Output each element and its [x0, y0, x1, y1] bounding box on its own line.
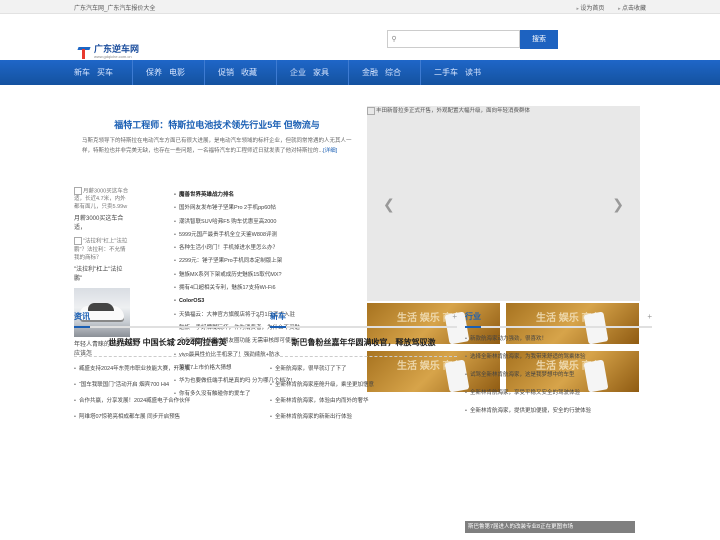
list-item[interactable]: 试驾全新林肯航海家，这是我梦想中的车型: [465, 366, 652, 384]
more-icon[interactable]: +: [452, 312, 457, 321]
list-item[interactable]: 全新林肯航海家，提供更加便捷，安全的行驶体验: [465, 402, 652, 420]
search-box: ⚲: [387, 30, 520, 48]
list-item[interactable]: 合作共赢，分享发展！2024臧盛电子合作伙伴: [74, 393, 261, 409]
list-item[interactable]: 各种生活小窍门！手机掉进水里怎么办？: [174, 242, 362, 255]
thumb-item[interactable]: "法拉利"杠上"法拉鹏"？法拉利：不允情我的商标？ "法拉利"杠上"法拉鹏": [74, 237, 130, 282]
more-icon[interactable]: +: [256, 312, 261, 321]
logo-name: 广东逆车网: [94, 44, 140, 54]
featured-desc-text: 马斯克领导下的特斯拉在电动汽车方面已有很大进展，是电动汽车领域的标杆企业，但就同…: [82, 138, 352, 154]
nav-group-news: 资讯 新车 买车: [74, 60, 133, 176]
nav-item[interactable]: 促销: [218, 67, 234, 78]
logo-icon: [76, 45, 92, 59]
thumb-caption[interactable]: "法拉利"杠上"法拉鹏": [74, 264, 130, 282]
list-item[interactable]: 全新林肯航海家座舱升级，乘坐更加惬意: [270, 377, 457, 393]
column-title[interactable]: 新车: [270, 311, 286, 328]
list-item[interactable]: 全新林肯航海家，体验由内而外的奢华: [270, 393, 457, 409]
slider-caption[interactable]: 丰田新普拉多正式开售，外观配置大幅升级，面向年轻消费群体: [367, 106, 530, 115]
nav-group-business: 商讯 金融 综合: [74, 60, 421, 176]
logo-url: www.gdqiche.com.cn: [94, 54, 132, 59]
search-input[interactable]: [400, 32, 518, 46]
bottom-image-caption[interactable]: 斯巴鲁第7届进人的改装专业8正在更图市场: [465, 521, 635, 533]
list-item[interactable]: 臧盛支持2024年东莞市职业技能大赛，开发表: [74, 361, 261, 377]
list-item[interactable]: 拥有4口超相关专利，魅族17支持Wi-Fi6: [174, 282, 362, 295]
site-title: 广东汽车网_广东汽车报价大全: [74, 5, 156, 12]
list-item[interactable]: “国车我联国门”活动开启 烟宾700 Hi4: [74, 377, 261, 393]
nav-item[interactable]: 电影: [169, 67, 185, 78]
nav-item[interactable]: 企业: [290, 67, 306, 78]
list-item[interactable]: 魔善世界英雄战力排名: [174, 189, 362, 202]
add-favorite-link[interactable]: 点击收藏: [618, 6, 646, 12]
nav-group-guide: 导购 促销 收藏: [74, 60, 277, 176]
list-item[interactable]: 2299元：锤子坚果Pro手机同本定制版上架: [174, 255, 362, 268]
column-title[interactable]: 行业: [465, 311, 481, 328]
list-item[interactable]: 潮洪智联SUV哈弗F5 购车优惠至高2000: [174, 216, 362, 229]
nav-group-price: 报价 二手车 读书: [74, 60, 500, 176]
list-item[interactable]: ColorOS3: [174, 295, 362, 308]
slider-prev-icon[interactable]: ❮: [383, 196, 395, 213]
search-icon: ⚲: [391, 36, 397, 43]
top-bar: 广东汽车网_广东汽车报价大全 设为首页 点击收藏: [0, 0, 720, 14]
nav-item[interactable]: 综合: [385, 67, 401, 78]
nav-group-consume: 消费 企业 家具: [74, 60, 349, 176]
slider-next-icon[interactable]: ❯: [612, 196, 624, 213]
nav-item[interactable]: 家具: [313, 67, 329, 78]
list-item[interactable]: 魅族MX系列下架或成历史魅族15取代MX?: [174, 269, 362, 282]
column-industry: 行业 + 新款航海家动力强劲，很喜欢！ 选择全新林肯航海家，为我带来舒适的驾乘体验…: [465, 311, 652, 420]
site-logo[interactable]: 广东逆车网 www.gdqiche.com.cn: [76, 44, 139, 59]
thumb-item[interactable]: 月薪3000买这车合适，长近4.7米，内外都有面儿，只卖5.99w 月薪3000…: [74, 187, 130, 231]
featured-desc: 马斯克领导下的特斯拉在电动汽车方面已有很大进展，是电动汽车领域的标杆企业，但就同…: [82, 136, 352, 156]
list-item[interactable]: 全新航海家，很早就订了下了: [270, 361, 457, 377]
set-homepage-link[interactable]: 设为首页: [576, 6, 604, 12]
image-slider[interactable]: 丰田新普拉多正式开售，外观配置大幅升级，面向年轻消费群体 ❮ ❯: [367, 106, 640, 301]
list-item[interactable]: 新款航海家动力强劲，很喜欢！: [465, 330, 652, 348]
column-title[interactable]: 资讯: [74, 311, 90, 328]
nav-item[interactable]: 二手车: [434, 67, 458, 78]
list-item[interactable]: 选择全新林肯航海家，为我带来舒适的驾乘体验: [465, 348, 652, 366]
column-newcar: 新车 + 斯巴鲁粉丝嘉年华圆满收官，释放驾驭激 全新航海家，很早就订了下了 全新林…: [270, 311, 457, 425]
thumb-image-alt: 月薪3000买这车合适，长近4.7米，内外都有面儿，只卖5.99w: [74, 188, 129, 211]
featured-article: 福特工程师：特斯拉电池技术领先行业5年 但物流与 马斯克领导下的特斯拉在电动汽车…: [74, 106, 360, 176]
nav-item[interactable]: 买车: [97, 67, 113, 78]
nav-item[interactable]: 新车: [74, 67, 90, 78]
thumb-caption[interactable]: 月薪3000买这车合适，: [74, 213, 130, 231]
nav-item[interactable]: 金融: [362, 67, 378, 78]
more-icon[interactable]: +: [647, 312, 652, 321]
nav-item[interactable]: 收藏: [241, 67, 257, 78]
list-item[interactable]: 全新林肯航海家，享受平稳又安全的驾驶体验: [465, 384, 652, 402]
nav-item[interactable]: 读书: [465, 67, 481, 78]
list-item[interactable]: 阿维塔07惊艳亮相成都车展 同步开启预售: [74, 409, 261, 425]
header: 广东逆车网 www.gdqiche.com.cn: [0, 14, 720, 60]
list-item[interactable]: 5999元国产最贵手机全立天鉴W808评测: [174, 229, 362, 242]
featured-more-link[interactable]: [详细]: [323, 148, 337, 154]
thumb-image-alt: "法拉利"杠上"法拉鹏"？法拉利：不允情我的商标？: [74, 237, 130, 261]
list-item[interactable]: 国外网友发布锤子坚果Pro 2手机pp60帖: [174, 202, 362, 215]
column-news: 资讯 + 世界越野 中国长城 2024阿拉善英 臧盛支持2024年东莞市职业技能大…: [74, 311, 261, 425]
nav-item[interactable]: 保养: [146, 67, 162, 78]
list-item[interactable]: 全新林肯航海家的新新出行体验: [270, 409, 457, 425]
column-headline[interactable]: 世界越野 中国长城 2024阿拉善英: [74, 337, 261, 348]
main-nav: 资讯 新车 买车 行业 保养 电影 导购 促销 收藏 消费 企业 家具 商讯 金…: [0, 60, 720, 176]
featured-title[interactable]: 福特工程师：特斯拉电池技术领先行业5年 但物流与: [74, 118, 360, 131]
search-button[interactable]: 搜索: [520, 30, 558, 49]
column-headline[interactable]: 斯巴鲁粉丝嘉年华圆满收官，释放驾驭激: [270, 337, 457, 348]
nav-group-industry: 行业 保养 电影: [74, 60, 205, 176]
